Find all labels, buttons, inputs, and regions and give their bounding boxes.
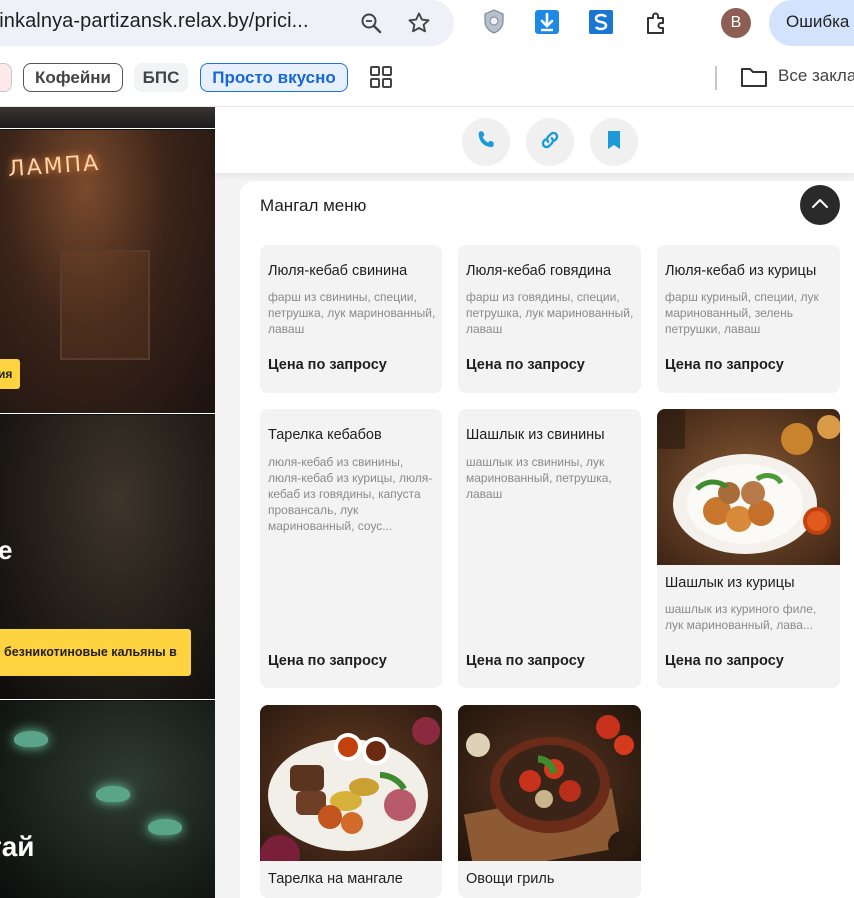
neon-sign: ЛАМПА: [7, 150, 101, 183]
lamp-decor: [96, 786, 130, 802]
venue-tag: безникотиновые кальяны в: [0, 629, 191, 676]
download-extension-icon[interactable]: [533, 8, 561, 36]
menu-item-card[interactable]: Шашлык из курицы шашлык из куриного филе…: [657, 409, 840, 688]
menu-item-price: Цена по запросу: [466, 357, 585, 373]
menu-item-price: Цена по запросу: [268, 357, 387, 373]
folder-icon[interactable]: [740, 65, 768, 89]
menu-item-name: Тарелка кебабов: [268, 427, 382, 443]
url-text[interactable]: hinkalnya-partizansk.relax.by/prici...: [0, 10, 309, 33]
venue-title: е: [0, 535, 12, 566]
lamp-decor: [148, 819, 182, 835]
call-button[interactable]: [462, 118, 510, 166]
bookmark-bps[interactable]: БПС: [134, 63, 188, 92]
menu-item-name: Люля-кебаб свинина: [268, 263, 408, 279]
menu-item-description: шашлык из свинины, лук маринованный, пет…: [466, 455, 612, 501]
error-label: Ошибка: [786, 12, 850, 31]
action-bar: [215, 107, 854, 173]
phone-icon: [475, 129, 497, 156]
menu-item-card[interactable]: Тарелка на мангале: [260, 705, 442, 898]
dish-photo: [260, 705, 442, 861]
menu-item-name: Овощи гриль: [466, 871, 555, 887]
menu-item-name: Тарелка на мангале: [268, 871, 403, 887]
menu-item-card[interactable]: Люля-кебаб из курицы фарш куриный, специ…: [657, 245, 840, 393]
menu-item-card[interactable]: Люля-кебаб говядина фарш из говядины, сп…: [458, 245, 641, 393]
menu-item-description: фарш из говядины, специи, петрушка, лук …: [466, 290, 634, 336]
link-icon: [539, 129, 561, 156]
save-bookmark-button[interactable]: [590, 118, 638, 166]
menu-item-price: Цена по запросу: [665, 653, 784, 669]
menu-item-name: Люля-кебаб из курицы: [665, 263, 817, 279]
browser-toolbar: hinkalnya-partizansk.relax.by/prici... В…: [0, 0, 854, 48]
menu-item-description: шашлык из куриного филе, лук маринованны…: [665, 602, 817, 632]
bookmarks-bar: Кофейни БПС Просто вкусно Все закла: [0, 48, 854, 106]
chevron-up-icon: [811, 196, 829, 214]
bookmark-partial-chip[interactable]: [0, 63, 12, 92]
lamp-decor: [14, 731, 48, 747]
bookmark-prosto-vkusno[interactable]: Просто вкусно: [200, 63, 348, 92]
menu-item-description: фарш куриный, специи, лук маринованный, …: [665, 290, 819, 336]
menu-item-price: Цена по запросу: [665, 357, 784, 373]
bookmark-icon: [605, 130, 623, 155]
menu-item-card[interactable]: Тарелка кебабов люля-кебаб из свинины, л…: [260, 409, 442, 688]
address-bar[interactable]: hinkalnya-partizansk.relax.by/prici...: [0, 0, 454, 46]
menu-item-name: Шашлык из курицы: [665, 575, 795, 591]
venue-photo[interactable]: тай: [0, 701, 215, 898]
share-link-button[interactable]: [526, 118, 574, 166]
shield-extension-icon[interactable]: [480, 8, 508, 36]
puzzle-extension-icon[interactable]: [641, 8, 671, 38]
menu-item-name: Шашлык из свинины: [466, 427, 605, 443]
avatar[interactable]: В: [721, 8, 751, 38]
star-icon[interactable]: [405, 9, 433, 37]
dish-photo: [458, 705, 641, 861]
venue-tag: ия: [0, 359, 20, 389]
menu-item-card[interactable]: Овощи гриль: [458, 705, 641, 898]
error-button[interactable]: Ошибка: [769, 0, 854, 46]
venue-photo[interactable]: [0, 107, 215, 129]
menu-item-price: Цена по запросу: [268, 653, 387, 669]
menu-item-price: Цена по запросу: [466, 653, 585, 669]
venue-title: тай: [0, 831, 35, 862]
s-extension-icon[interactable]: [587, 8, 615, 36]
menu-item-description: люля-кебаб из свинины, люля-кебаб из кур…: [268, 455, 433, 533]
apps-grid-icon[interactable]: [368, 64, 394, 90]
venue-photo[interactable]: ЛАМПА ия: [0, 130, 215, 414]
venue-photo-list: ЛАМПА ия е безникотиновые кальяны в тай: [0, 107, 215, 898]
zoom-icon[interactable]: [357, 9, 385, 37]
bookmark-coffee[interactable]: Кофейни: [23, 63, 123, 92]
venue-photo[interactable]: е безникотиновые кальяны в: [0, 415, 215, 700]
window-frame: [60, 250, 150, 360]
menu-item-card[interactable]: Шашлык из свинины шашлык из свинины, лук…: [458, 409, 641, 688]
menu-section-title: Мангал меню: [260, 196, 367, 215]
all-bookmarks-link[interactable]: Все закла: [778, 66, 854, 86]
dish-photo: [657, 409, 840, 565]
bookmarks-separator: [715, 66, 717, 90]
collapse-section-button[interactable]: [800, 185, 840, 225]
menu-item-card[interactable]: Люля-кебаб свинина фарш из свинины, спец…: [260, 245, 442, 393]
menu-item-name: Люля-кебаб говядина: [466, 263, 612, 279]
menu-item-description: фарш из свинины, специи, петрушка, лук м…: [268, 290, 436, 336]
